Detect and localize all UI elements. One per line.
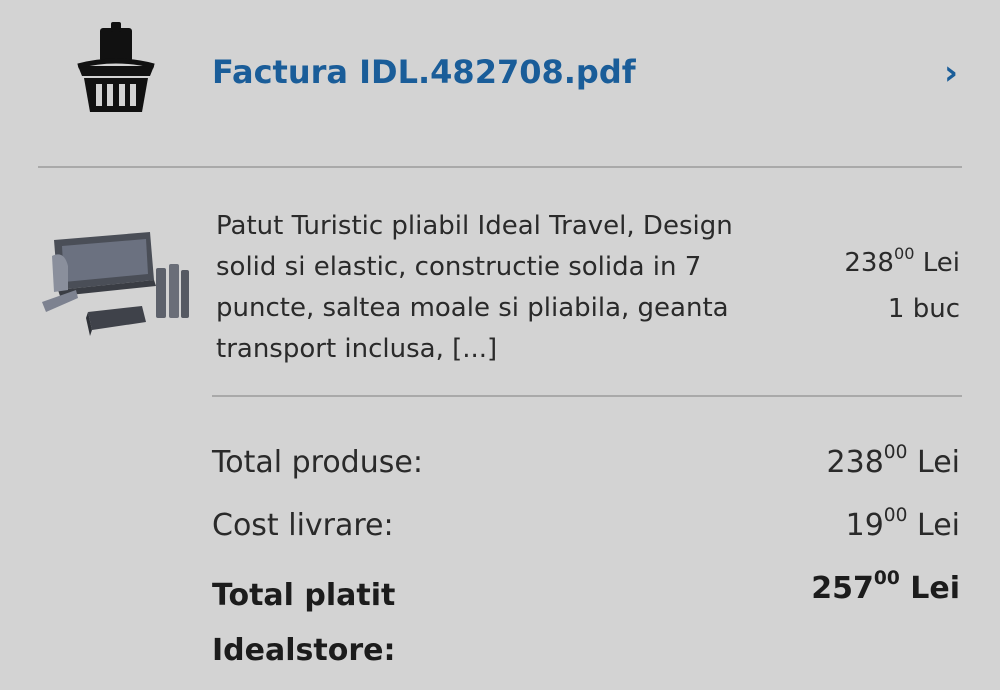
product-quantity: 1 buc bbox=[887, 294, 960, 324]
product-price-decimals: 00 bbox=[893, 243, 915, 263]
invoice-row[interactable]: Factura IDL.482708.pdf › bbox=[0, 0, 1000, 150]
product-price: 23800 Lei bbox=[844, 243, 960, 284]
divider bbox=[212, 395, 962, 397]
delivery-cost-label: Cost livrare: bbox=[212, 508, 394, 543]
invoice-filename-link[interactable]: Factura IDL.482708.pdf bbox=[212, 50, 636, 94]
total-products-integer: 238 bbox=[826, 445, 884, 480]
product-description: Patut Turistic pliabil Ideal Travel, Des… bbox=[216, 211, 733, 364]
currency-label: Lei bbox=[910, 571, 960, 606]
product-image[interactable] bbox=[38, 226, 190, 342]
total-products-value: 23800 Lei bbox=[827, 442, 960, 484]
delivery-cost-value: 1900 Lei bbox=[846, 505, 960, 547]
chevron-right-icon[interactable]: › bbox=[944, 56, 958, 90]
product-price-integer: 238 bbox=[844, 248, 894, 278]
divider bbox=[38, 166, 962, 168]
total-products-label: Total produse: bbox=[212, 445, 423, 480]
basket-icon bbox=[77, 22, 155, 112]
delivery-cost-decimals: 00 bbox=[883, 505, 908, 527]
total-paid-integer: 257 bbox=[811, 571, 874, 606]
total-paid-label: Total platit Idealstore: bbox=[212, 578, 396, 668]
total-paid-decimals: 00 bbox=[873, 568, 900, 590]
total-paid-value: 25700 Lei bbox=[811, 568, 960, 610]
currency-label: Lei bbox=[922, 248, 960, 278]
currency-label: Lei bbox=[917, 445, 960, 480]
delivery-cost-integer: 19 bbox=[845, 508, 884, 543]
total-products-decimals: 00 bbox=[883, 442, 908, 464]
currency-label: Lei bbox=[917, 508, 960, 543]
